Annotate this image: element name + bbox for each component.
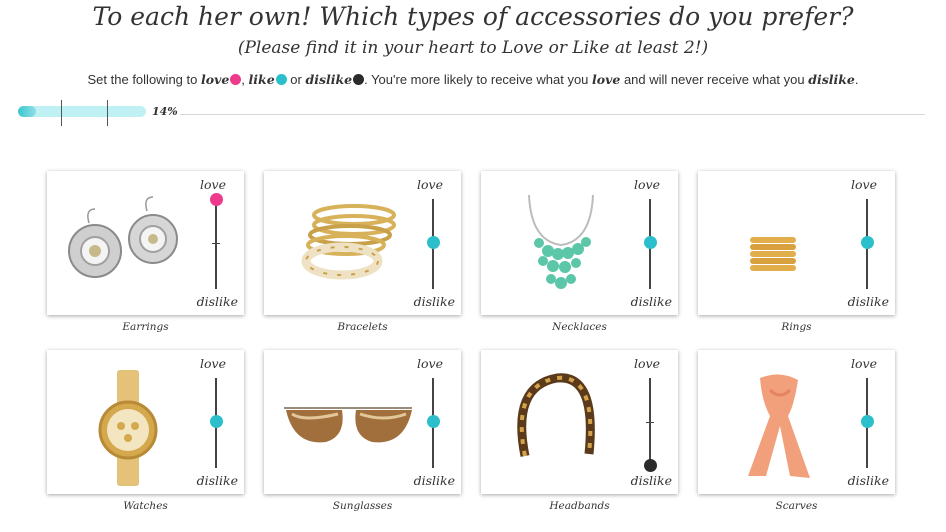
instructions-suffix: . bbox=[854, 72, 859, 87]
instructions: Set the following to love, like or disli… bbox=[0, 72, 946, 87]
headband-image bbox=[481, 350, 641, 494]
slider-dislike-label: dislike bbox=[196, 294, 238, 309]
like-dot-icon bbox=[275, 74, 287, 85]
accessory-caption: Sunglasses bbox=[332, 500, 393, 512]
rating-slider-handle[interactable] bbox=[427, 236, 440, 249]
page-subtitle: (Please find it in your heart to Love or… bbox=[237, 38, 709, 58]
page-title: To each her own! Which types of accessor… bbox=[92, 2, 854, 31]
instructions-middle2: and will never receive what you bbox=[620, 72, 809, 87]
slider-dislike-label: dislike bbox=[847, 294, 889, 309]
watch-image bbox=[47, 350, 207, 494]
slider-love-label: love bbox=[634, 356, 660, 371]
accessory-caption: Bracelets bbox=[337, 321, 388, 333]
slider-love-label: love bbox=[200, 356, 226, 371]
slider-love-label: love bbox=[634, 177, 660, 192]
accessory-card: love dislike bbox=[47, 171, 244, 315]
accessory-caption: Watches bbox=[123, 500, 168, 512]
accessory-caption: Rings bbox=[781, 321, 812, 333]
rating-slider-handle[interactable] bbox=[644, 459, 657, 472]
instructions-sep1: , bbox=[241, 72, 249, 87]
like-word: like bbox=[248, 72, 275, 87]
progress-fill bbox=[18, 106, 36, 117]
earrings-image bbox=[47, 171, 207, 315]
accessory-card: love dislike bbox=[481, 171, 678, 315]
accessory-card: love dislike bbox=[481, 350, 678, 494]
love-word-2: love bbox=[592, 72, 621, 87]
rating-slider-handle[interactable] bbox=[861, 236, 874, 249]
accessory-card: love dislike bbox=[698, 350, 895, 494]
progress-tick bbox=[107, 100, 108, 126]
progress-divider bbox=[180, 114, 925, 115]
sunglasses-image bbox=[264, 350, 424, 494]
instructions-prefix: Set the following to bbox=[87, 72, 201, 87]
instructions-sep2: or bbox=[286, 72, 306, 87]
rating-slider-track[interactable] bbox=[215, 199, 217, 289]
love-word: love bbox=[200, 72, 230, 87]
dislike-word: dislike bbox=[305, 72, 353, 87]
rating-slider-track[interactable] bbox=[649, 378, 651, 468]
slider-dislike-label: dislike bbox=[413, 294, 455, 309]
slider-love-label: love bbox=[851, 356, 877, 371]
rating-slider-handle[interactable] bbox=[210, 193, 223, 206]
slider-dislike-label: dislike bbox=[630, 294, 672, 309]
accessory-caption: Headbands bbox=[549, 500, 610, 512]
accessory-caption: Scarves bbox=[775, 500, 818, 512]
slider-dislike-label: dislike bbox=[630, 473, 672, 488]
accessory-card: love dislike bbox=[47, 350, 244, 494]
progress-bar bbox=[18, 106, 146, 117]
rating-slider-handle[interactable] bbox=[427, 415, 440, 428]
slider-love-label: love bbox=[417, 356, 443, 371]
accessory-card: love dislike bbox=[698, 171, 895, 315]
love-dot-icon bbox=[230, 74, 242, 85]
slider-mid-tick bbox=[212, 243, 220, 244]
instructions-middle: . You're more likely to receive what you bbox=[364, 72, 593, 87]
rating-slider-handle[interactable] bbox=[644, 236, 657, 249]
slider-love-label: love bbox=[851, 177, 877, 192]
dislike-dot-icon bbox=[353, 74, 365, 85]
slider-mid-tick bbox=[646, 422, 654, 423]
accessory-caption: Earrings bbox=[122, 321, 169, 333]
accessory-card: love dislike bbox=[264, 350, 461, 494]
progress-tick bbox=[61, 100, 62, 126]
bracelets-image bbox=[264, 171, 424, 315]
rating-slider-handle[interactable] bbox=[861, 415, 874, 428]
rings-image bbox=[698, 171, 858, 315]
dislike-word-2: dislike bbox=[808, 72, 855, 87]
slider-dislike-label: dislike bbox=[847, 473, 889, 488]
necklace-image bbox=[481, 171, 641, 315]
rating-slider-handle[interactable] bbox=[210, 415, 223, 428]
progress-label: 14% bbox=[152, 105, 178, 118]
accessory-card: love dislike bbox=[264, 171, 461, 315]
slider-dislike-label: dislike bbox=[196, 473, 238, 488]
slider-love-label: love bbox=[417, 177, 443, 192]
accessory-caption: Necklaces bbox=[552, 321, 607, 333]
scarf-image bbox=[698, 350, 858, 494]
slider-love-label: love bbox=[200, 177, 226, 192]
slider-dislike-label: dislike bbox=[413, 473, 455, 488]
